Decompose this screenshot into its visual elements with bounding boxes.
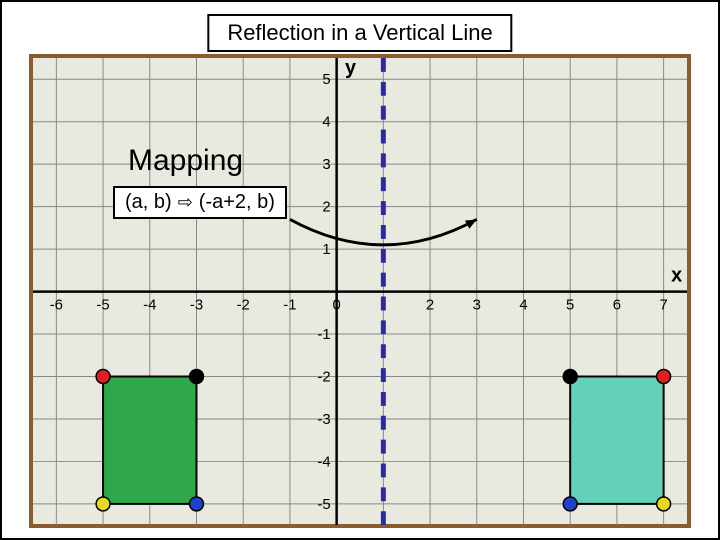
vertex-point	[657, 497, 671, 511]
tick-y: 5	[322, 72, 330, 88]
vertex-point	[190, 370, 204, 384]
x-axis-label: x	[671, 265, 682, 287]
tick-x: -1	[283, 297, 296, 313]
tick-x: -6	[50, 297, 63, 313]
vertex-point	[563, 370, 577, 384]
mapping-heading: Mapping	[128, 144, 243, 178]
vertex-point	[657, 370, 671, 384]
arrow-right-icon: ⇨	[178, 192, 193, 213]
tick-y: 4	[322, 115, 330, 131]
tick-x: 6	[613, 297, 621, 313]
shape-image_corners	[570, 377, 663, 504]
title-text: Reflection in a Vertical Line	[227, 20, 492, 45]
tick-x: 5	[566, 297, 574, 313]
tick-x: 2	[426, 297, 434, 313]
tick-x: -2	[237, 297, 250, 313]
y-axis-label: y	[345, 58, 356, 79]
vertex-point	[96, 497, 110, 511]
chart-panel: Mapping (a, b) ⇨ (-a+2, b) -6-5-4-3-2-10…	[29, 54, 691, 528]
mapping-rhs: (-a+2, b)	[199, 191, 275, 214]
tick-x: 4	[519, 297, 527, 313]
tick-x: 7	[659, 297, 667, 313]
vertex-point	[96, 370, 110, 384]
tick-y: 3	[322, 157, 330, 173]
tick-x: 0	[332, 297, 340, 313]
vertex-point	[563, 497, 577, 511]
tick-x: -3	[190, 297, 203, 313]
tick-y: -3	[317, 412, 330, 428]
tick-y: -5	[317, 497, 330, 513]
tick-y: -2	[317, 369, 330, 385]
tick-y: 2	[322, 200, 330, 216]
tick-y: -4	[317, 454, 330, 470]
shape-preimage_corners	[103, 377, 196, 504]
tick-x: -4	[143, 297, 156, 313]
outer-frame: Reflection in a Vertical Line Mapping (a…	[0, 0, 720, 540]
tick-y: -1	[317, 327, 330, 343]
vertex-point	[190, 497, 204, 511]
tick-y: 1	[322, 242, 330, 258]
title-box: Reflection in a Vertical Line	[207, 14, 512, 52]
tick-x: -5	[96, 297, 109, 313]
mapping-lhs: (a, b)	[125, 191, 172, 214]
tick-x: 3	[473, 297, 481, 313]
mapping-rule-box: (a, b) ⇨ (-a+2, b)	[113, 186, 287, 219]
chart-svg: -6-5-4-3-2-1023456754321-1-2-3-4-5xy	[33, 58, 687, 525]
